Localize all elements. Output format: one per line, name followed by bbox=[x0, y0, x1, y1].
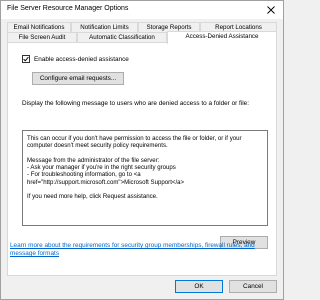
cancel-button[interactable]: Cancel bbox=[229, 280, 277, 293]
close-icon bbox=[267, 6, 275, 14]
dialog-window: File Server Resource Manager Options Ema… bbox=[0, 0, 284, 300]
title-bar: File Server Resource Manager Options bbox=[1, 1, 283, 19]
tab-panel: Enable access-denied assistance Configur… bbox=[7, 42, 277, 276]
ok-button[interactable]: OK bbox=[175, 280, 223, 293]
display-message-label: Display the following message to users w… bbox=[22, 100, 249, 107]
enable-checkbox-label: Enable access-denied assistance bbox=[34, 55, 129, 63]
tab-access-denied-assistance[interactable]: Access-Denied Assistance bbox=[167, 31, 277, 44]
help-link[interactable]: Learn more about the requirements for se… bbox=[10, 242, 272, 258]
configure-email-requests-button[interactable]: Configure email requests... bbox=[32, 72, 124, 85]
window-title: File Server Resource Manager Options bbox=[7, 5, 129, 12]
enable-checkbox[interactable] bbox=[22, 55, 30, 63]
checkmark-icon bbox=[23, 56, 29, 62]
close-button[interactable] bbox=[263, 2, 279, 18]
enable-checkbox-row[interactable]: Enable access-denied assistance bbox=[22, 55, 129, 63]
message-textarea[interactable]: This can occur if you don't have permiss… bbox=[22, 130, 268, 226]
